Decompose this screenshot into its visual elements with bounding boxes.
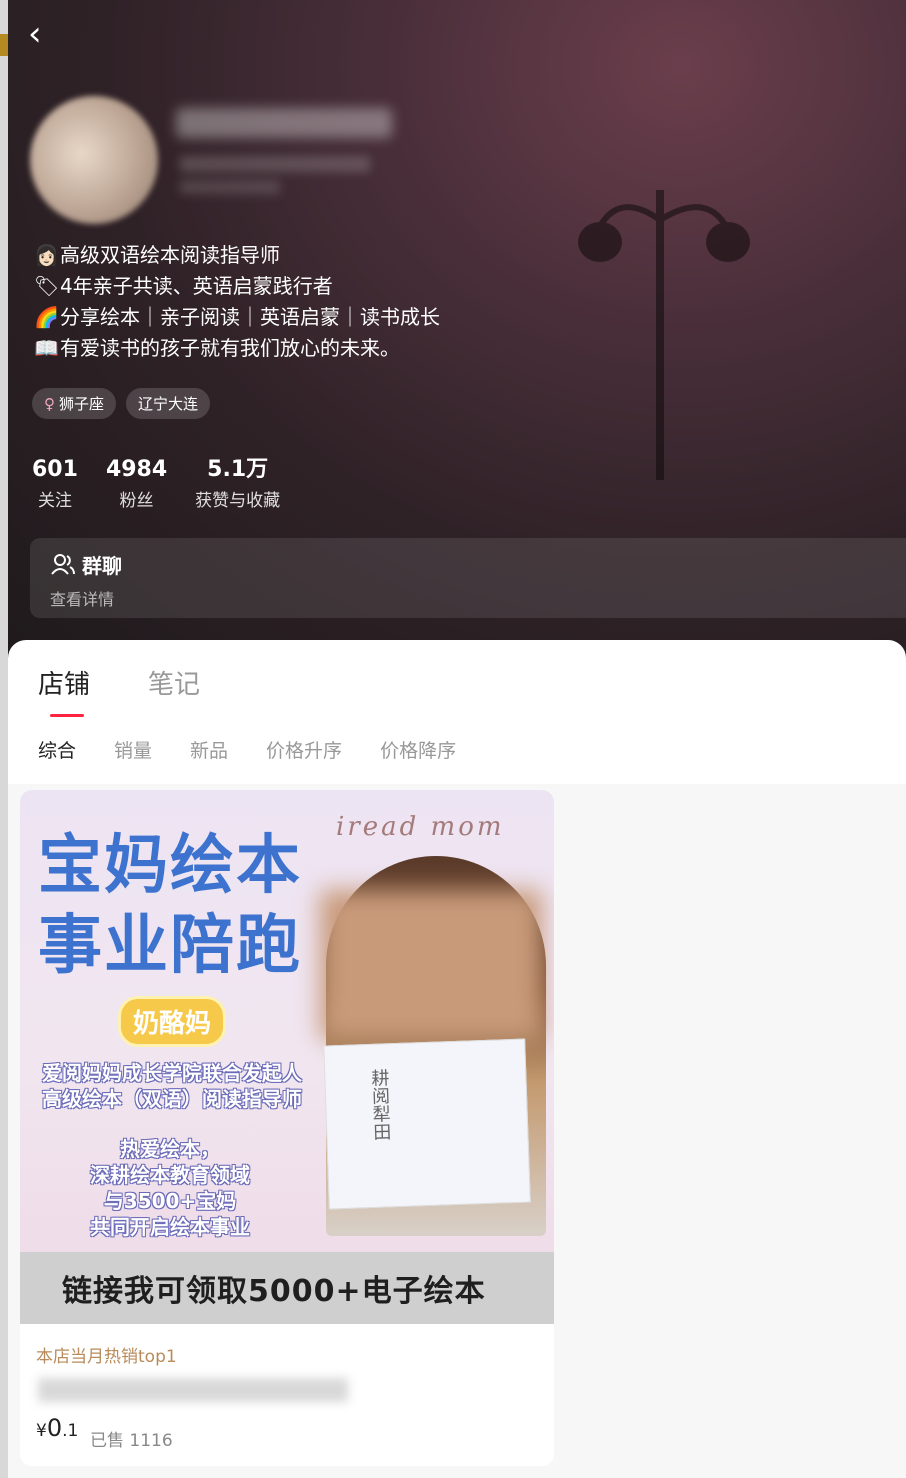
user-ip-blurred (180, 180, 280, 194)
stat-following[interactable]: 601 关注 (32, 456, 78, 511)
cover-line: 共同开启绘本事业 (90, 1215, 250, 1239)
sort-price-asc[interactable]: 价格升序 (266, 736, 342, 763)
back-arrow-icon[interactable]: ‹ (28, 16, 64, 52)
cover-script-text: iread mom (336, 812, 505, 842)
stat-value: 5.1万 (207, 457, 269, 482)
tag-location: 辽宁大连 (126, 388, 211, 419)
tag-label: 辽宁大连 (138, 395, 199, 413)
group-users-icon (51, 554, 75, 575)
cover-face-blurred (320, 890, 542, 1040)
username-blurred (176, 108, 392, 138)
tab-shop[interactable]: 店铺 (38, 664, 90, 717)
product-cover-image: 宝妈绘本 事业陪跑 iread mom 耕阅犁田 奶酪妈 爱阅妈妈成长学院联合发… (20, 790, 554, 1324)
group-chat-card[interactable]: 群聊 查看详情 (30, 538, 906, 618)
sold-count: 已售 1116 (90, 1431, 173, 1451)
profile-tags: ♀ 狮子座 辽宁大连 (32, 388, 211, 419)
cover-description: 热爱绘本， 深耕绘本教育领域 与3500+宝妈 共同开启绘本事业 (90, 1136, 250, 1240)
bio-line: 🏷4年亲子共读、英语启蒙践行者 (34, 271, 440, 302)
rainbow-emoji-icon: 🌈 (34, 305, 59, 329)
cover-line: 爱阅妈妈成长学院联合发起人 (42, 1061, 302, 1085)
avatar[interactable] (30, 96, 158, 224)
profile-bio: 👩🏻高级双语绘本阅读指导师 🏷4年亲子共读、英语启蒙践行者 🌈分享绘本｜亲子阅读… (34, 240, 440, 364)
user-id-blurred (180, 156, 370, 172)
sort-sales[interactable]: 销量 (114, 736, 152, 763)
sort-price-desc[interactable]: 价格降序 (380, 736, 456, 763)
product-price: ¥0.1 (36, 1414, 78, 1442)
stat-label: 关注 (37, 491, 72, 511)
book-emoji-icon: 📖 (34, 336, 59, 360)
price-integer: 0 (46, 1414, 63, 1442)
stat-label: 粉丝 (119, 491, 154, 511)
tag-label: 狮子座 (59, 395, 105, 413)
currency-symbol: ¥ (36, 1421, 47, 1441)
bio-text: 分享绘本｜亲子阅读｜英语启蒙｜读书成长 (60, 305, 440, 329)
label-emoji-icon: 🏷 (34, 274, 60, 298)
bio-text: 有爱读书的孩子就有我们放心的未来。 (60, 336, 400, 360)
cover-title-line: 事业陪跑 (38, 909, 302, 983)
stat-value: 601 (32, 457, 78, 482)
profile-page: ‹ 👩🏻高级双语绘本阅读指导师 🏷4年亲子共读、英语启蒙践行者 🌈分享绘本｜亲子… (0, 0, 906, 1478)
stat-followers[interactable]: 4984 粉丝 (106, 456, 167, 511)
cover-badge: 奶酪妈 (118, 996, 227, 1047)
tab-notes[interactable]: 笔记 (148, 664, 200, 701)
price-decimal: .1 (62, 1421, 79, 1441)
cover-book: 耕阅犁田 (323, 1038, 531, 1210)
content-tabs: 店铺 笔记 (38, 664, 200, 717)
bio-text: 4年亲子共读、英语启蒙践行者 (60, 274, 333, 298)
female-icon: ♀ (44, 395, 55, 413)
cover-line: 热爱绘本， (120, 1137, 220, 1161)
cover-subtitle: 爱阅妈妈成长学院联合发起人 高级绘本（双语）阅读指导师 (42, 1060, 302, 1112)
bio-line: 👩🏻高级双语绘本阅读指导师 (34, 240, 440, 271)
cover-line: 深耕绘本教育领域 (90, 1163, 250, 1187)
sort-new[interactable]: 新品 (190, 736, 228, 763)
bio-line: 📖有爱读书的孩子就有我们放心的未来。 (34, 333, 440, 364)
profile-stats: 601 关注 4984 粉丝 5.1万获赞与收藏 (32, 456, 280, 511)
stat-value: 4984 (105, 457, 168, 482)
stat-label: 获赞与收藏 (195, 491, 281, 511)
bio-text: 高级双语绘本阅读指导师 (60, 243, 280, 267)
book-title: 耕阅犁田 (368, 1068, 392, 1141)
tag-zodiac: ♀ 狮子座 (32, 388, 117, 419)
cover-line: 高级绘本（双语）阅读指导师 (42, 1087, 302, 1111)
group-chat-title: 群聊 (82, 554, 122, 578)
cover-title-line: 宝妈绘本 (38, 829, 302, 903)
woman-emoji-icon: 👩🏻 (34, 243, 59, 267)
sort-comprehensive[interactable]: 综合 (38, 736, 76, 763)
cover-banner: 链接我可领取5000+电子绘本 (20, 1252, 554, 1324)
cover-banner-text: 链接我可领取5000+电子绘本 (62, 1274, 486, 1309)
cover-line: 与3500+宝妈 (103, 1189, 237, 1213)
product-card[interactable]: 宝妈绘本 事业陪跑 iread mom 耕阅犁田 奶酪妈 爱阅妈妈成长学院联合发… (20, 790, 554, 1466)
sort-bar: 综合 销量 新品 价格升序 价格降序 (38, 736, 456, 763)
stat-likes[interactable]: 5.1万获赞与收藏 (195, 456, 280, 511)
window-edge (0, 0, 8, 1478)
group-chat-subtitle: 查看详情 (50, 590, 115, 609)
street-lamp-image (578, 190, 750, 480)
cover-title: 宝妈绘本 事业陪跑 (38, 826, 302, 986)
edge-marker (0, 34, 8, 56)
hot-sale-label: 本店当月热销top1 (36, 1347, 177, 1367)
product-title-blurred (38, 1378, 348, 1402)
bio-line: 🌈分享绘本｜亲子阅读｜英语启蒙｜读书成长 (34, 302, 440, 333)
